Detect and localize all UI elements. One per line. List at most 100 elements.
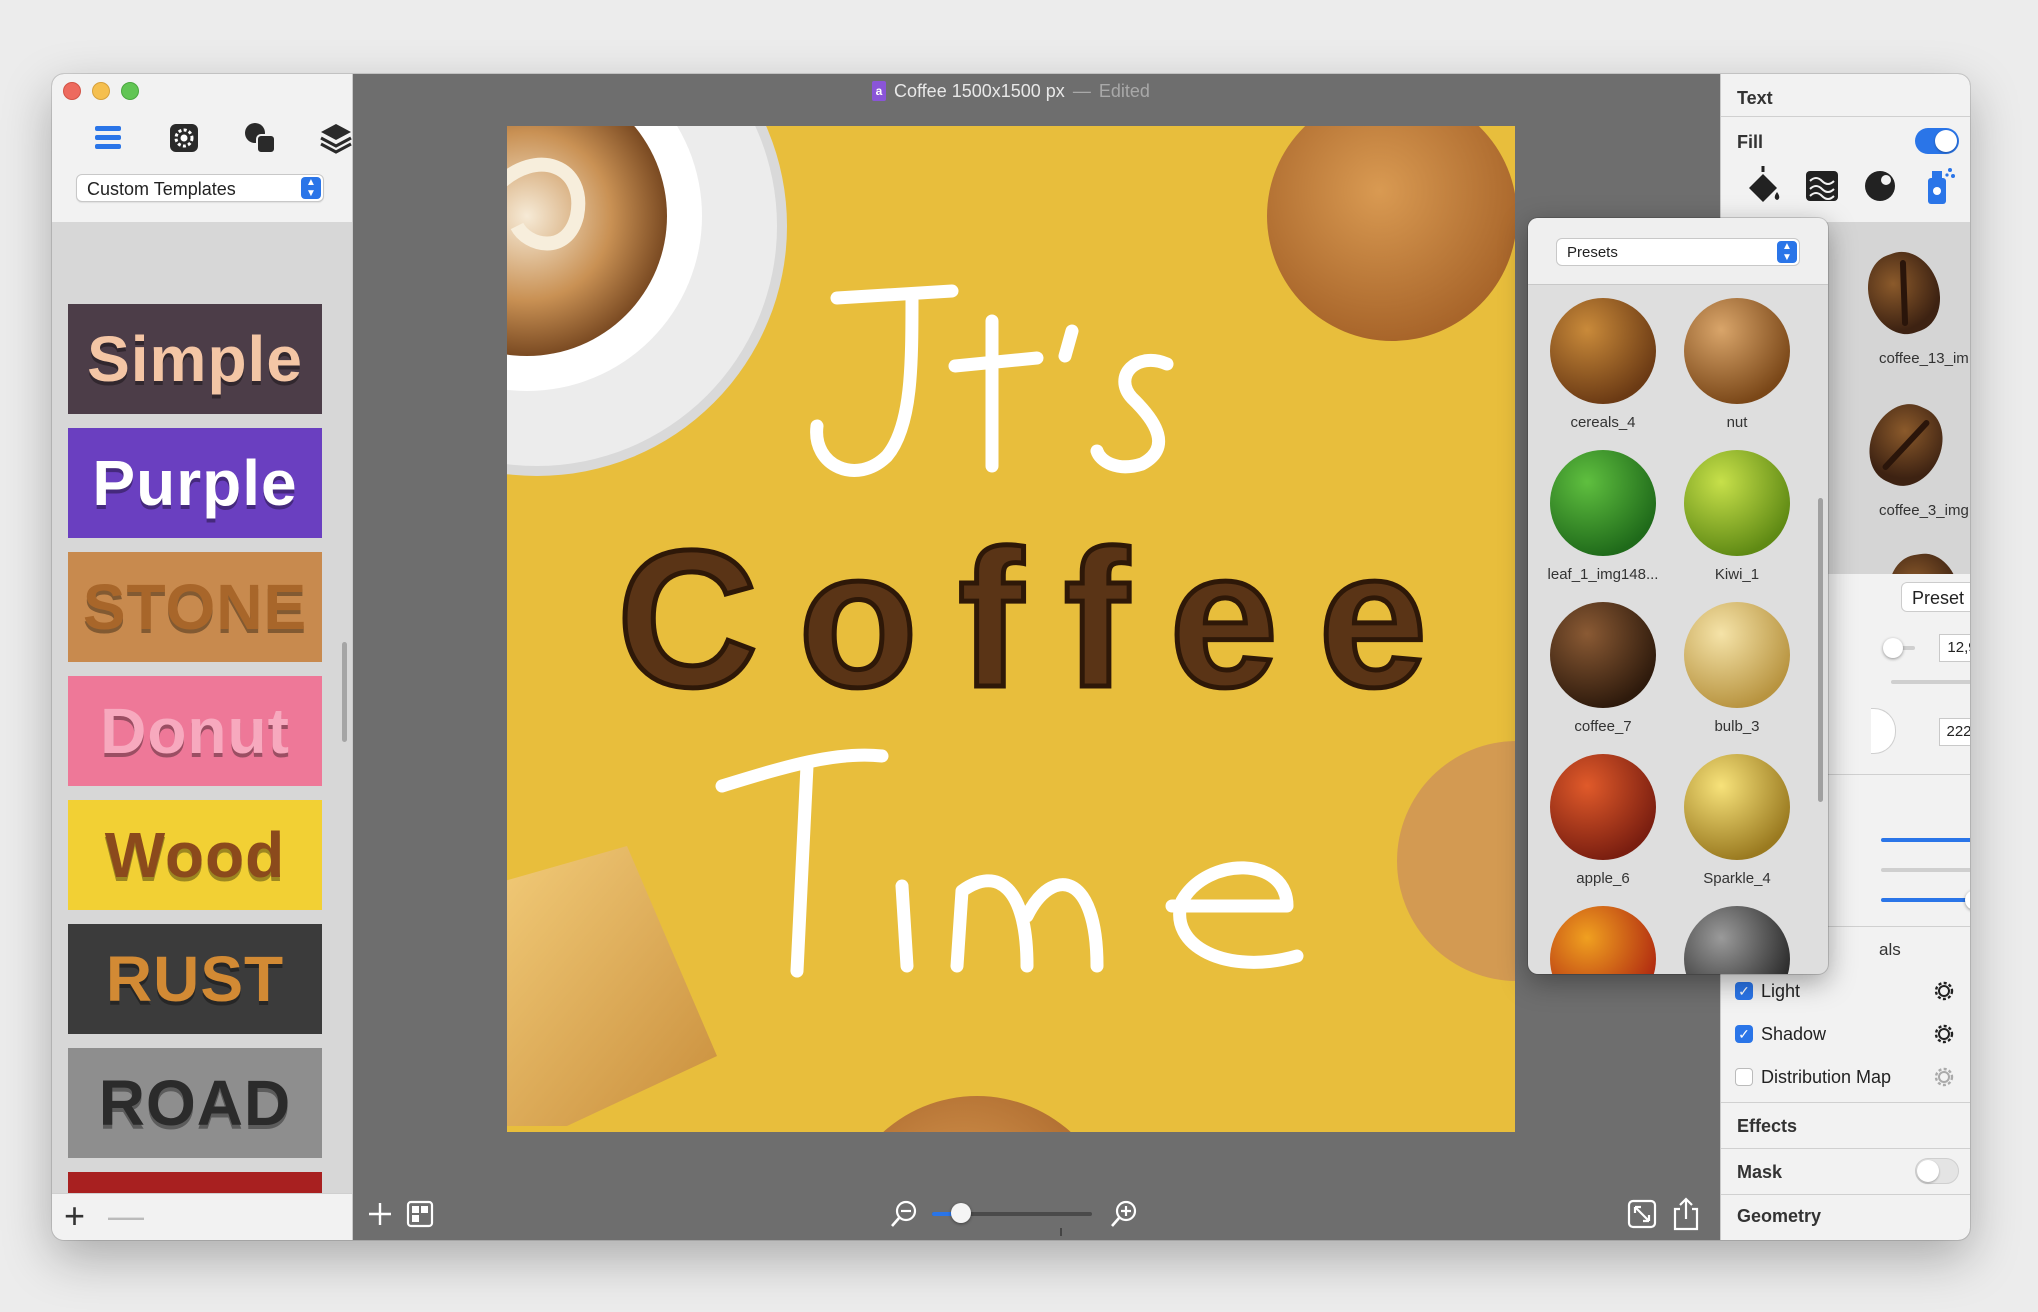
smoothness-slider[interactable] [1881,898,1970,902]
spray-icon[interactable] [1917,166,1961,206]
title-separator: — [1072,80,1091,101]
template-item[interactable]: ROAD [68,1048,322,1158]
templates-sidebar: Custom Templates ▲ ▼ Simple Purple STONE Don… [52,74,353,1240]
layout-grid-icon[interactable] [404,1198,436,1230]
add-template-button[interactable]: + [64,1198,85,1234]
biscuit-image [507,846,717,1126]
texture-icon[interactable] [1800,166,1844,206]
zoom-out-icon[interactable] [888,1198,920,1230]
fill-section-heading[interactable]: Fill [1737,132,1763,153]
intensity-slider[interactable] [1881,838,1970,842]
add-layer-button[interactable] [364,1198,396,1230]
artwork-canvas[interactable]: Coffee [507,126,1515,1132]
light-label: Light [1761,980,1801,1001]
preset-tile[interactable]: leaf_1_img148... [1538,450,1668,583]
template-item[interactable]: Purple [68,428,322,538]
shadow-checkbox[interactable]: ✓ [1735,1025,1753,1043]
preset-thumbnail [1550,602,1656,708]
preset-tile[interactable]: cereals_4 [1538,298,1668,431]
angle-dial[interactable] [1871,708,1896,754]
distribution-map-settings-icon[interactable] [1931,1064,1957,1090]
preset-thumbnail [1550,906,1656,974]
smoothness-slider-thumb[interactable] [1965,890,1970,910]
bean-crease [1899,259,1909,327]
fit-to-screen-icon[interactable] [1626,1198,1658,1230]
shapes-icon[interactable] [240,118,280,158]
preset-tile[interactable] [1538,906,1668,974]
coffee-bean-thumbnail[interactable] [1857,242,1951,344]
template-item[interactable]: Wood [68,800,322,910]
chalk-text-time [715,748,1304,978]
template-category-label: Custom Templates [87,179,236,199]
light-option[interactable]: ✓ Light [1735,974,1961,1008]
edited-status: Edited [1098,80,1150,101]
sphere-icon[interactable] [1858,166,1902,206]
preset-button[interactable]: Preset › [1901,582,1970,612]
opacity-slider[interactable] [1881,868,1970,872]
toggle-knob [1917,1160,1939,1182]
effects-section-heading[interactable]: Effects [1737,1116,1797,1137]
toggle-knob [1935,130,1957,152]
list-icon[interactable] [88,118,128,158]
chevron-updown-icon: ▲ ▼ [1777,241,1797,263]
preset-tile[interactable]: coffee_7 [1538,602,1668,735]
text-section-heading[interactable]: Text [1737,88,1773,109]
shadow-option[interactable]: ✓ Shadow [1735,1017,1961,1051]
presets-select[interactable]: Presets ▲ ▼ [1556,238,1800,266]
distribution-map-label: Distribution Map [1761,1066,1892,1087]
light-checkbox[interactable]: ✓ [1735,982,1753,1000]
layers-icon[interactable] [316,118,356,158]
shadow-settings-icon[interactable] [1931,1021,1957,1047]
template-item[interactable]: STONE [68,552,322,662]
coffee-bean-thumbnail[interactable] [1856,393,1956,497]
svg-text:Coffee: Coffee [617,510,1427,728]
preset-thumbnail [1550,450,1656,556]
preset-tile[interactable]: Kiwi_1 [1672,450,1802,583]
template-item[interactable]: RUST [68,924,322,1034]
preset-tile[interactable] [1672,906,1802,974]
fill-toggle[interactable] [1915,128,1959,154]
zoom-slider-thumb[interactable] [950,1203,971,1223]
preset-thumbnail [1684,298,1790,404]
gallery-item-label: coffee_13_im... [1879,350,1970,367]
shadow-label: Shadow [1761,1023,1827,1044]
template-list-scrollbar[interactable] [342,642,347,742]
preset-thumbnail [1684,450,1790,556]
template-item[interactable]: Metal [68,1172,322,1194]
geometry-section-heading[interactable]: Geometry [1737,1206,1821,1227]
bean-crease [1881,418,1931,472]
light-settings-icon[interactable] [1931,978,1957,1004]
zoom-in-icon[interactable] [1108,1198,1140,1230]
template-item[interactable]: Simple [68,304,322,414]
coffee-bean-text: Coffee [615,508,1430,731]
minimize-window-button[interactable] [92,82,110,100]
distribution-map-option[interactable]: Distribution Map [1735,1060,1961,1094]
paint-bucket-icon[interactable] [1741,166,1785,206]
close-window-button[interactable] [63,82,81,100]
template-list: Simple Purple STONE Donut Wood RUST ROAD Metal [52,222,352,1194]
preset-tile[interactable]: bulb_3 [1672,602,1802,735]
mask-section-heading[interactable]: Mask [1737,1162,1782,1183]
distribution-map-checkbox[interactable] [1735,1068,1753,1086]
template-category-select[interactable]: Custom Templates ▲ ▼ [76,174,324,202]
preset-tile[interactable]: apple_6 [1538,754,1668,887]
coffee-bean-thumbnail[interactable] [1882,548,1966,574]
scale-field[interactable]: 12,9 [1939,634,1970,662]
zoom-slider[interactable] [932,1203,1092,1223]
coffee-cup-image [507,126,787,476]
presets-scrollbar[interactable] [1818,498,1823,802]
preset-tile[interactable]: nut [1672,298,1802,431]
share-icon[interactable] [1670,1197,1702,1231]
gear-icon[interactable] [164,118,204,158]
mask-toggle[interactable] [1915,1158,1959,1184]
preset-label: bulb_3 [1714,718,1760,735]
angle-field[interactable]: 222° [1939,718,1970,746]
artwork-illustration: Coffee [507,126,1515,1132]
scale-slider-thumb[interactable] [1883,638,1903,658]
template-item[interactable]: Donut [68,676,322,786]
divider [1721,116,1970,117]
preset-tile[interactable]: Sparkle_4 [1672,754,1802,887]
presets-select-label: Presets [1567,244,1618,261]
remove-template-button[interactable]: — [108,1198,144,1234]
maximize-window-button[interactable] [121,82,139,100]
